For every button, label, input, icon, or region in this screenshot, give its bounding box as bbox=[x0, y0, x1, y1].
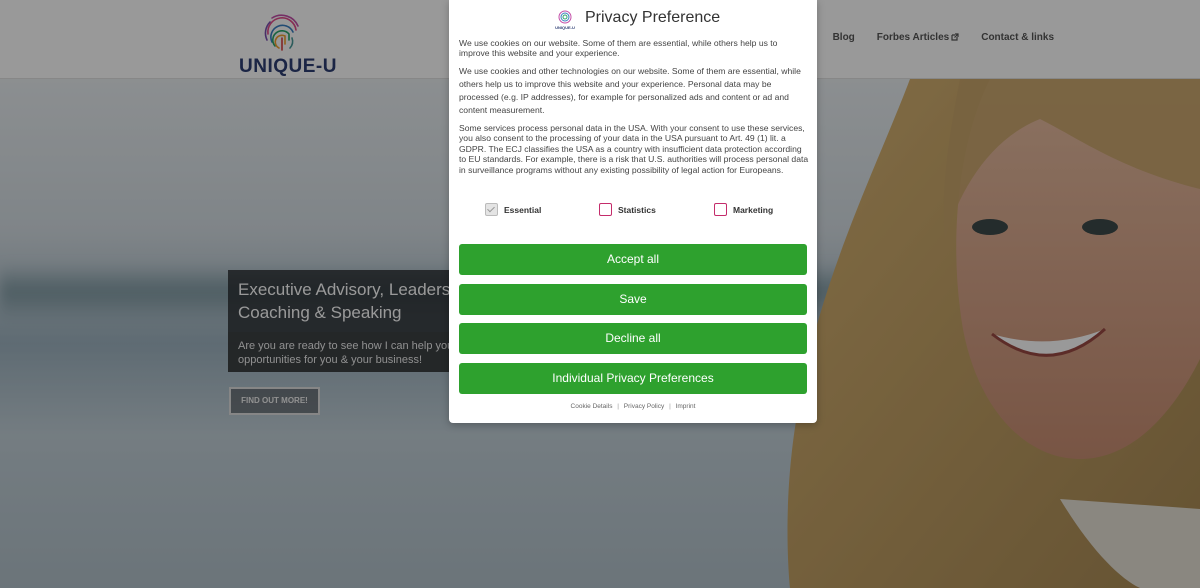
consent-checkbox-group: Essential Statistics Marketing bbox=[449, 203, 817, 219]
essential-label: Essential bbox=[504, 204, 542, 215]
imprint-link[interactable]: Imprint bbox=[676, 403, 696, 410]
marketing-checkbox[interactable]: Marketing bbox=[714, 203, 773, 216]
dialog-header: UNIQUE-U Privacy Preference bbox=[449, 7, 817, 31]
fingerprint-icon bbox=[558, 10, 572, 24]
link-separator: | bbox=[669, 403, 671, 410]
checkbox-checked-icon[interactable] bbox=[485, 203, 498, 216]
usa-processing-paragraph: Some services process personal data in t… bbox=[459, 123, 809, 175]
marketing-label: Marketing bbox=[733, 204, 774, 215]
privacy-preference-dialog: UNIQUE-U Privacy Preference We use cooki… bbox=[449, 0, 817, 423]
dialog-title: Privacy Preference bbox=[585, 9, 721, 26]
save-button[interactable]: Save bbox=[459, 284, 807, 315]
cookie-details-link[interactable]: Cookie Details bbox=[571, 403, 613, 410]
privacy-policy-link[interactable]: Privacy Policy bbox=[624, 403, 664, 410]
cookies-paragraph: We use cookies and other technologies on… bbox=[459, 66, 801, 115]
dialog-logo-text: UNIQUE-U bbox=[555, 25, 575, 30]
individual-privacy-preferences-button[interactable]: Individual Privacy Preferences bbox=[459, 363, 807, 394]
intro-paragraph: We use cookies on our website. Some of t… bbox=[459, 38, 778, 59]
dialog-logo: UNIQUE-U bbox=[553, 10, 577, 32]
dialog-footer-links: Cookie Details | Privacy Policy | Imprin… bbox=[449, 403, 817, 410]
checkbox-unchecked-icon[interactable] bbox=[599, 203, 612, 216]
essential-checkbox[interactable]: Essential bbox=[485, 203, 541, 216]
statistics-label: Statistics bbox=[618, 204, 656, 215]
statistics-checkbox[interactable]: Statistics bbox=[599, 203, 656, 216]
decline-all-button[interactable]: Decline all bbox=[459, 323, 807, 354]
link-separator: | bbox=[617, 403, 619, 410]
accept-all-button[interactable]: Accept all bbox=[459, 244, 807, 275]
checkbox-unchecked-icon[interactable] bbox=[714, 203, 727, 216]
